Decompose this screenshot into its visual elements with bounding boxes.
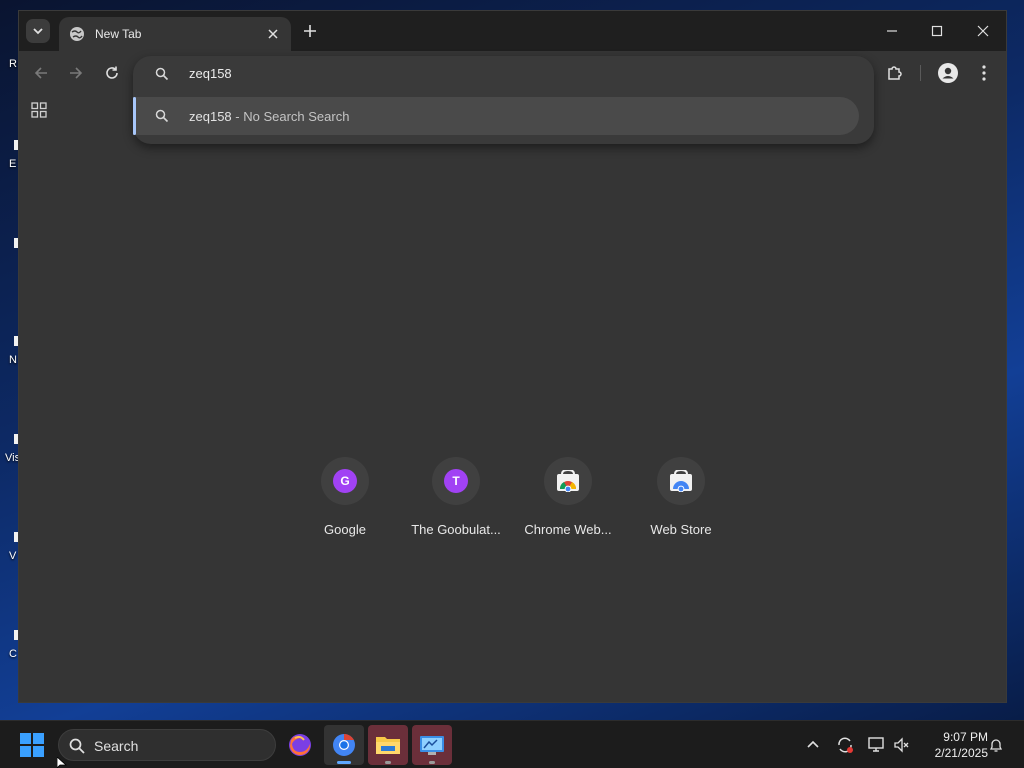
arrow-right-icon <box>70 67 83 79</box>
shortcut-label: Chrome Web... <box>524 522 612 537</box>
tray-network[interactable] <box>867 735 887 755</box>
chevron-up-icon <box>807 740 819 748</box>
reload-button[interactable] <box>100 61 124 85</box>
shortcut-label: Google <box>324 522 366 537</box>
taskbar-clock[interactable]: 9:07 PM 2/21/2025 <box>918 729 988 761</box>
browser-window: New Tab G Google T The Goobulat... Chrom… <box>18 10 1007 703</box>
volume-muted-icon <box>894 737 909 753</box>
plus-icon <box>304 25 316 37</box>
sync-icon <box>838 737 853 753</box>
suggestion-separator: - <box>231 109 244 124</box>
folder-icon <box>376 737 400 754</box>
omnibox-dropdown: zeq158 zeq158 - No Search Search <box>133 56 874 144</box>
notifications-button[interactable] <box>986 735 1006 755</box>
windows-logo-icon <box>20 733 31 744</box>
minimize-button[interactable] <box>880 19 904 43</box>
web-store-icon <box>670 470 692 492</box>
globe-icon <box>70 27 84 41</box>
profile-button[interactable] <box>936 61 960 85</box>
clock-date: 2/21/2025 <box>934 746 988 760</box>
shortcut-label: The Goobulat... <box>411 522 501 537</box>
tab-search-button[interactable] <box>26 19 50 43</box>
suggestion-focus-indicator <box>133 97 136 135</box>
tab-new-tab[interactable]: New Tab <box>59 17 291 51</box>
control-panel-icon <box>420 736 444 755</box>
taskbar-chrome[interactable] <box>324 725 364 765</box>
taskbar-firefox[interactable] <box>280 725 320 765</box>
tray-sync[interactable] <box>835 735 855 755</box>
suggestion-engine: No Search Search <box>243 109 350 124</box>
menu-button[interactable] <box>972 61 996 85</box>
letter-avatar-icon: T <box>444 469 468 493</box>
taskbar-search-label: Search <box>94 738 139 754</box>
shortcut-tile[interactable]: Web Store <box>625 457 737 547</box>
more-vert-icon <box>982 65 986 81</box>
new-tab-button[interactable] <box>299 20 321 42</box>
puzzle-piece-icon <box>888 66 902 80</box>
network-icon <box>868 737 884 752</box>
taskbar-control-panel[interactable] <box>412 725 452 765</box>
back-button[interactable] <box>29 61 53 85</box>
running-indicator <box>385 761 391 764</box>
taskbar-file-explorer[interactable] <box>368 725 408 765</box>
mouse-cursor-icon <box>57 757 67 768</box>
omnibox-suggestion[interactable]: zeq158 - No Search Search <box>133 97 859 135</box>
close-icon <box>977 25 989 37</box>
running-indicator <box>337 761 351 764</box>
minimize-icon <box>887 30 897 32</box>
apps-button[interactable] <box>31 102 49 120</box>
forward-button[interactable] <box>64 61 88 85</box>
extensions-button[interactable] <box>883 61 907 85</box>
tab-strip: New Tab <box>19 11 1006 51</box>
web-store-icon <box>557 470 579 492</box>
taskbar: Search 9:07 PM 2/21/2025 <box>0 720 1024 768</box>
shortcut-tile[interactable]: T The Goobulat... <box>400 457 512 547</box>
profile-icon <box>938 63 958 83</box>
shortcut-tile[interactable]: G Google <box>289 457 401 547</box>
search-icon <box>155 109 169 123</box>
shortcut-label: Web Store <box>650 522 712 537</box>
show-hidden-icons-button[interactable] <box>803 735 823 755</box>
chevron-down-icon <box>33 28 43 35</box>
arrow-left-icon <box>34 67 47 79</box>
maximize-icon <box>931 25 943 37</box>
tab-close-icon[interactable] <box>265 26 281 42</box>
clock-time: 9:07 PM <box>943 730 988 744</box>
tab-title: New Tab <box>95 27 142 41</box>
toolbar-divider <box>920 65 921 81</box>
suggestion-query: zeq158 <box>189 109 232 124</box>
address-bar-text: zeq158 <box>189 66 232 81</box>
running-indicator <box>429 761 435 764</box>
new-tab-page: G Google T The Goobulat... Chrome Web... <box>19 95 1006 702</box>
maximize-button[interactable] <box>925 19 949 43</box>
reload-icon <box>106 66 118 79</box>
letter-avatar-icon: G <box>333 469 357 493</box>
address-bar[interactable]: zeq158 <box>133 56 874 92</box>
tray-volume[interactable] <box>892 735 912 755</box>
firefox-icon <box>289 734 311 756</box>
search-icon <box>155 67 169 81</box>
taskbar-search[interactable]: Search <box>58 729 276 761</box>
shortcut-tile[interactable]: Chrome Web... <box>512 457 624 547</box>
search-icon <box>69 738 85 754</box>
chrome-icon <box>333 733 355 756</box>
close-window-button[interactable] <box>971 19 995 43</box>
start-button[interactable] <box>20 733 44 757</box>
apps-grid-icon <box>31 102 47 118</box>
bell-icon <box>989 739 1003 752</box>
